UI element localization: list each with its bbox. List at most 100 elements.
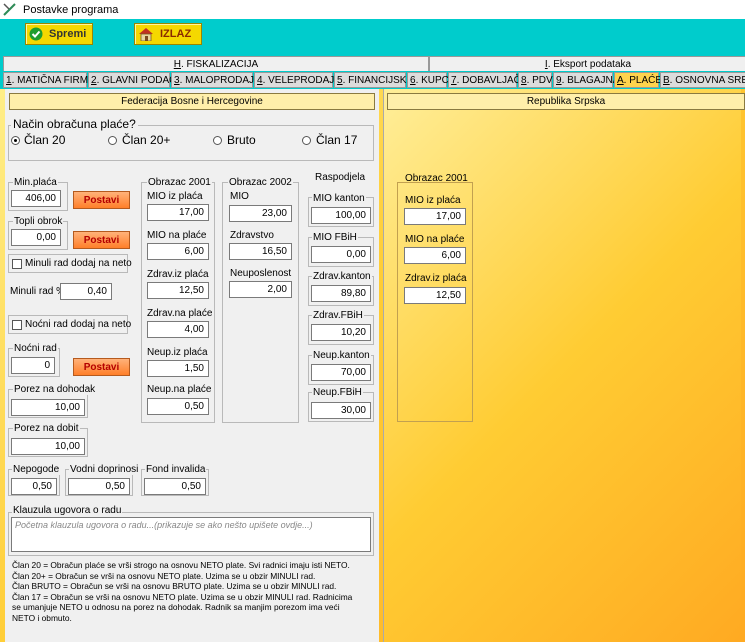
radio-bruto[interactable] <box>213 136 222 145</box>
vodni-input[interactable]: 0,50 <box>68 478 130 495</box>
ob2001-label-4: Neup.iz plaća <box>147 347 208 358</box>
postavi-min-placa-button[interactable]: Postavi <box>73 191 130 209</box>
method-notes: Član 20 = Obračun plaće se vrši strogo n… <box>12 560 377 623</box>
content-area: Federacija Bosne i Hercegovine Način obr… <box>0 89 745 642</box>
minuli-rad-checkbox[interactable] <box>12 259 22 269</box>
porez-dohodak-label: Porez na dohodak <box>13 384 97 395</box>
rs-ob2001-label-0: MIO iz plaća <box>405 195 461 206</box>
porez-dohodak-input[interactable]: 10,00 <box>11 399 85 416</box>
rasp-input-3[interactable]: 10,20 <box>311 324 371 341</box>
ob2002-input-0[interactable]: 23,00 <box>229 205 292 222</box>
tab-label: . DOBAVLJAČI <box>456 75 524 86</box>
tab-maloprodaja[interactable]: 3. MALOPRODAJA <box>171 72 261 88</box>
tab-eksport-podataka[interactable]: I. Eksport podataka <box>429 56 745 71</box>
rasp-input-0[interactable]: 100,00 <box>311 207 371 224</box>
ob2001-title: Obrazac 2001 <box>147 177 212 188</box>
postavi-nocni-rad-button[interactable]: Postavi <box>73 358 130 376</box>
tab-maticna-firma[interactable]: 1. MATIČNA FIRMA <box>3 72 95 88</box>
radio-label-clan17: Član 17 <box>316 133 358 147</box>
tab-group-row: H. FISKALIZACIJA I. Eksport podataka <box>0 51 745 71</box>
note-line: Član 20 = Obračun plaće se vrši strogo n… <box>12 560 350 570</box>
fond-input[interactable]: 0,50 <box>144 478 206 495</box>
note-line: Član 17 = Obračun se vrši na osnovu NETO… <box>12 591 353 602</box>
rs-ob2001-input-0[interactable]: 17,00 <box>404 208 466 225</box>
rs-ob2001-title: Obrazac 2001 <box>405 173 468 184</box>
tab-label: . BLAGAJNA <box>561 75 620 86</box>
nepogode-label: Nepogode <box>12 464 61 475</box>
ob2001-input-5[interactable]: 0,50 <box>147 398 209 415</box>
raspodjela-title: Raspodjela <box>315 172 366 183</box>
exit-button[interactable]: IZLAZ <box>134 23 202 45</box>
tab-label: . Eksport podataka <box>547 58 632 70</box>
ob2001-input-4[interactable]: 1,50 <box>147 360 209 377</box>
ob2001-label-5: Neup.na plaće <box>147 384 212 395</box>
tab-label: . PDV <box>526 75 553 86</box>
tab-label: . KUPCI <box>415 75 452 86</box>
ob2002-input-2[interactable]: 2,00 <box>229 281 292 298</box>
tab-osnovna-sredstva[interactable]: B. OSNOVNA SRED <box>660 72 745 88</box>
tab-label: . OSNOVNA SRED <box>669 75 745 86</box>
tab-pdv[interactable]: 8. PDV <box>518 72 553 88</box>
ob2001-input-2[interactable]: 12,50 <box>147 282 209 299</box>
rasp-label-1: MIO FBiH <box>312 232 358 243</box>
rs-ob2001-input-1[interactable]: 6,00 <box>404 247 466 264</box>
radio-clan20plus[interactable] <box>108 136 117 145</box>
porez-dobit-input[interactable]: 10,00 <box>11 438 85 455</box>
tab-key: A <box>617 75 624 86</box>
ob2001-label-0: MIO iz plaća <box>147 191 203 202</box>
app-icon <box>3 3 16 16</box>
ob2001-input-0[interactable]: 17,00 <box>147 204 209 221</box>
nocni-rad-checkbox[interactable] <box>12 320 22 330</box>
topli-obrok-label: Topli obrok <box>13 216 64 227</box>
tab-label: . VELEPRODAJA <box>262 75 341 86</box>
tab-label: . MALOPRODAJA <box>179 75 261 86</box>
tab-label: . FINANCIJSKO <box>342 75 415 86</box>
min-placa-label: Min.plaća <box>13 177 58 188</box>
tab-kupci[interactable]: 6. KUPCI <box>407 72 452 88</box>
tab-place[interactable]: A. PLAĆE <box>614 72 663 88</box>
save-label: Spremi <box>49 28 87 40</box>
radio-label-bruto: Bruto <box>227 133 256 147</box>
rs-panel: Republika Srpska Obrazac 2001 MIO iz pla… <box>383 89 745 642</box>
tab-blagajna[interactable]: 9. BLAGAJNA <box>553 72 619 88</box>
ob2001-input-3[interactable]: 4,00 <box>147 321 209 338</box>
vodni-label: Vodni doprinosi <box>69 464 140 475</box>
rasp-label-4: Neup.kanton <box>312 350 371 361</box>
rs-ob2001-input-2[interactable]: 12,50 <box>404 287 466 304</box>
note-line: Član BRUTO = Obračun se vrši na osnovu B… <box>12 581 337 591</box>
tab-fiskalizacija[interactable]: H. FISKALIZACIJA <box>3 56 429 71</box>
title-bar: Postavke programa <box>0 0 745 20</box>
tab-key: H <box>173 58 181 70</box>
rasp-label-2: Zdrav.kanton <box>312 271 372 282</box>
tab-financijsko[interactable]: 5. FINANCIJSKO <box>334 72 414 88</box>
tab-label: . PLAĆE <box>623 75 663 86</box>
rasp-label-0: MIO kanton <box>312 193 366 204</box>
postavi-topli-obrok-button[interactable]: Postavi <box>73 231 130 249</box>
rs-ob2001-label-1: MIO na plaće <box>405 234 465 245</box>
radio-clan17[interactable] <box>302 136 311 145</box>
porez-dobit-label: Porez na dobit <box>13 423 80 434</box>
tab-veleprodaja[interactable]: 4. VELEPRODAJA <box>254 72 341 88</box>
nepogode-input[interactable]: 0,50 <box>11 478 57 495</box>
tab-glavni-podaci[interactable]: 2. GLAVNI PODACI <box>88 72 179 88</box>
ob2001-input-1[interactable]: 6,00 <box>147 243 209 260</box>
tab-label: . MATIČNA FIRMA <box>11 75 95 86</box>
topli-obrok-input[interactable]: 0,00 <box>11 229 61 246</box>
rasp-input-4[interactable]: 70,00 <box>311 364 371 381</box>
tab-dobavljaci[interactable]: 7. DOBAVLJAČI <box>448 72 524 88</box>
rasp-input-5[interactable]: 30,00 <box>311 402 371 419</box>
ob2002-title: Obrazac 2002 <box>228 177 293 188</box>
rasp-input-1[interactable]: 0,00 <box>311 246 371 263</box>
window-title: Postavke programa <box>23 4 119 16</box>
minuli-pct-input[interactable]: 0,40 <box>60 283 112 300</box>
min-placa-input[interactable]: 406,00 <box>11 190 61 207</box>
radio-clan20[interactable] <box>11 136 20 145</box>
nocni-rad-input[interactable]: 0 <box>11 357 55 374</box>
klauzula-textarea[interactable]: Početna klauzula ugovora o radu...(prika… <box>11 517 371 552</box>
klauzula-label: Klauzula ugovora o radu <box>12 505 123 516</box>
rasp-input-2[interactable]: 89,80 <box>311 285 371 302</box>
save-button[interactable]: Spremi <box>25 23 93 45</box>
checkmark-icon <box>29 27 43 41</box>
ob2002-input-1[interactable]: 16,50 <box>229 243 292 260</box>
rs-ob2001-label-2: Zdrav.iz plaća <box>405 273 467 284</box>
